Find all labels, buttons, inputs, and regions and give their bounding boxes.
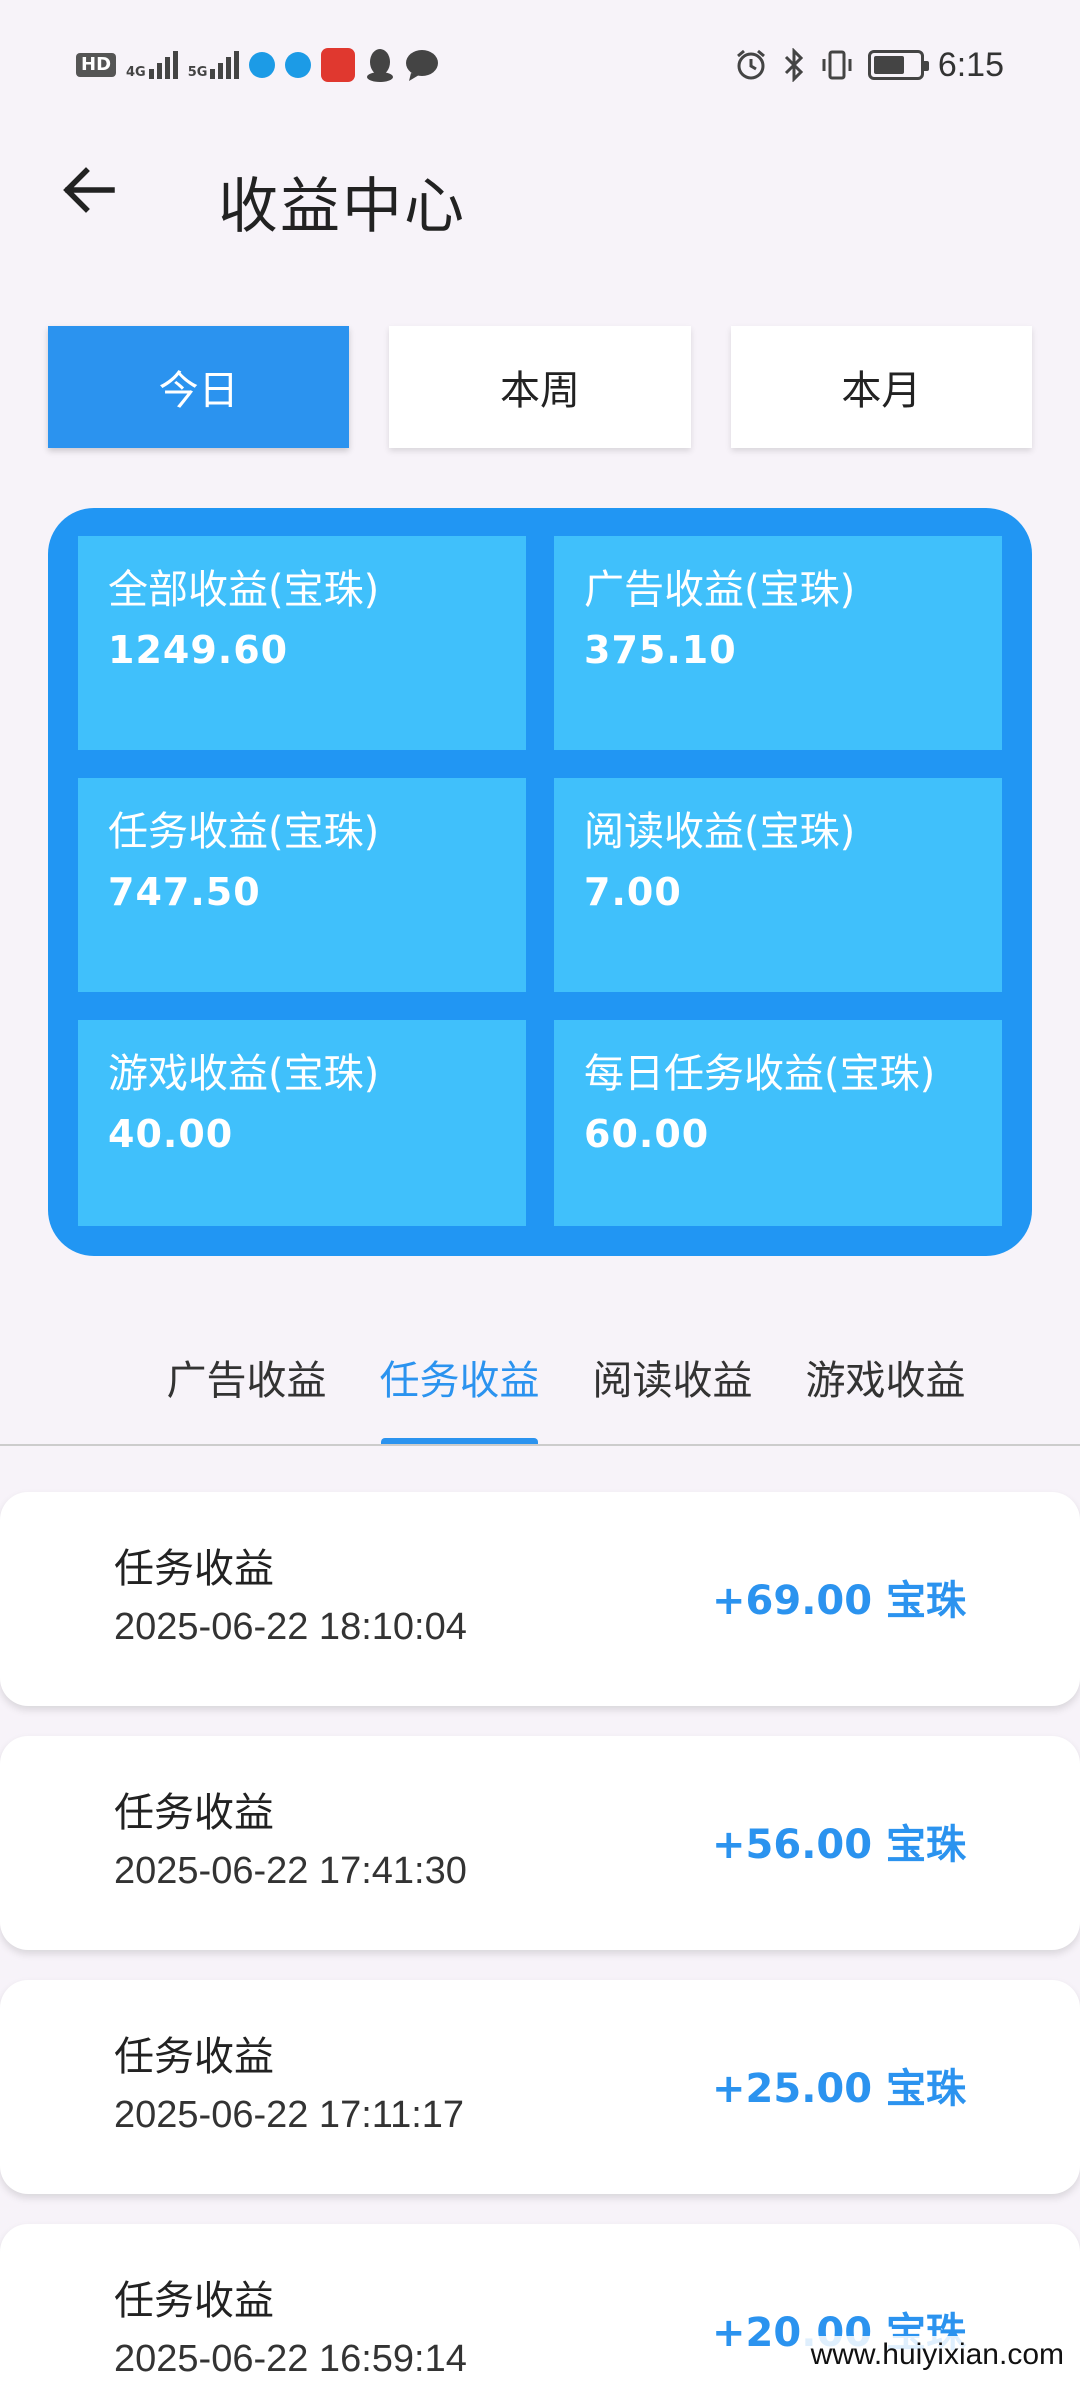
back-button[interactable] <box>48 150 128 230</box>
earnings-grid: 全部收益(宝珠) 1249.60 广告收益(宝珠) 375.10 任务收益(宝珠… <box>78 536 1002 1226</box>
watermark: www.huiyixian.com <box>802 2336 1072 2374</box>
vibrate-icon <box>822 50 852 80</box>
message-icon <box>406 50 439 81</box>
income-center-screen: HD 4G 5G 6:15 收益中心 今日 本周 本月 全部收益(宝珠) 124… <box>0 0 1080 2388</box>
stat-value: 7.00 <box>584 870 682 914</box>
network-5g-label: 5G <box>187 65 208 80</box>
status-bar-right: 6:15 <box>734 44 1004 86</box>
status-bar-left: HD 4G 5G <box>76 46 439 84</box>
arrow-left-icon <box>63 167 115 213</box>
list-item[interactable]: 任务收益 2025-06-22 17:41:30 +56.00 宝珠 <box>0 1736 1080 1950</box>
period-tabs: 今日 本周 本月 <box>48 326 1032 448</box>
earnings-record-list: 任务收益 2025-06-22 18:10:04 +69.00 宝珠 任务收益 … <box>0 1492 1080 2388</box>
list-item[interactable]: 任务收益 2025-06-22 17:11:17 +25.00 宝珠 <box>0 1980 1080 2194</box>
record-amount: +25.00 宝珠 <box>712 2066 966 2112</box>
tab-reading-earnings[interactable]: 阅读收益 <box>566 1318 779 1446</box>
tabs-divider <box>0 1444 1080 1446</box>
stat-label: 广告收益(宝珠) <box>584 567 856 613</box>
hd-icon: HD <box>76 53 117 77</box>
stat-task-earnings: 任务收益(宝珠) 747.50 <box>78 778 526 992</box>
record-title: 任务收益 <box>114 1790 274 1836</box>
record-title: 任务收益 <box>114 2034 274 2080</box>
battery-level <box>873 56 904 74</box>
tab-this-week[interactable]: 本周 <box>389 326 691 448</box>
status-time: 6:15 <box>937 45 1004 84</box>
stat-total-earnings: 全部收益(宝珠) 1249.60 <box>78 536 526 750</box>
stat-label: 阅读收益(宝珠) <box>584 809 856 855</box>
app-notify-icon <box>285 52 312 78</box>
record-title: 任务收益 <box>114 2278 274 2324</box>
stat-game-earnings: 游戏收益(宝珠) 40.00 <box>78 1020 526 1226</box>
record-amount: +69.00 宝珠 <box>712 1578 966 1624</box>
stat-value: 1249.60 <box>108 628 289 672</box>
stat-label: 全部收益(宝珠) <box>108 567 380 613</box>
qq-icon <box>367 49 394 82</box>
record-time: 2025-06-22 18:10:04 <box>114 1606 467 1648</box>
stat-value: 40.00 <box>108 1112 234 1156</box>
stat-reading-earnings: 阅读收益(宝珠) 7.00 <box>554 778 1002 992</box>
stat-label: 任务收益(宝珠) <box>108 809 380 855</box>
record-time: 2025-06-22 16:59:14 <box>114 2338 467 2380</box>
stat-ad-earnings: 广告收益(宝珠) 375.10 <box>554 536 1002 750</box>
status-bar: HD 4G 5G 6:15 <box>0 0 1080 130</box>
app-notify-icon <box>249 52 276 78</box>
page-title: 收益中心 <box>218 172 466 242</box>
app-header: 收益中心 <box>0 140 1080 250</box>
tab-this-month[interactable]: 本月 <box>730 326 1032 448</box>
signal-4g-icon: 4G <box>126 51 178 79</box>
tab-game-earnings[interactable]: 游戏收益 <box>779 1318 992 1446</box>
record-time: 2025-06-22 17:11:17 <box>114 2094 465 2136</box>
earnings-summary-panel: 全部收益(宝珠) 1249.60 广告收益(宝珠) 375.10 任务收益(宝珠… <box>48 508 1032 1256</box>
tab-ad-earnings[interactable]: 广告收益 <box>140 1318 353 1446</box>
record-title: 任务收益 <box>114 1546 274 1592</box>
stat-value: 375.10 <box>584 628 737 672</box>
stat-label: 游戏收益(宝珠) <box>108 1051 380 1097</box>
battery-tip <box>923 61 929 71</box>
stat-value: 60.00 <box>584 1112 710 1156</box>
record-amount: +56.00 宝珠 <box>712 1822 966 1868</box>
tab-today[interactable]: 今日 <box>48 326 350 448</box>
record-time: 2025-06-22 17:41:30 <box>114 1850 467 1892</box>
alarm-icon <box>736 49 765 80</box>
bluetooth-icon <box>784 48 803 82</box>
stat-value: 747.50 <box>108 870 261 914</box>
network-4g-label: 4G <box>126 65 146 80</box>
tab-task-earnings[interactable]: 任务收益 <box>353 1318 566 1446</box>
stat-daily-task-earnings: 每日任务收益(宝珠) 60.00 <box>554 1020 1002 1226</box>
battery-icon <box>867 50 929 80</box>
category-tabs: 广告收益 任务收益 阅读收益 游戏收益 <box>140 1318 992 1446</box>
huawei-app-icon <box>321 48 356 82</box>
list-item[interactable]: 任务收益 2025-06-22 18:10:04 +69.00 宝珠 <box>0 1492 1080 1706</box>
signal-5g-icon: 5G <box>188 51 240 79</box>
stat-label: 每日任务收益(宝珠) <box>584 1051 936 1097</box>
